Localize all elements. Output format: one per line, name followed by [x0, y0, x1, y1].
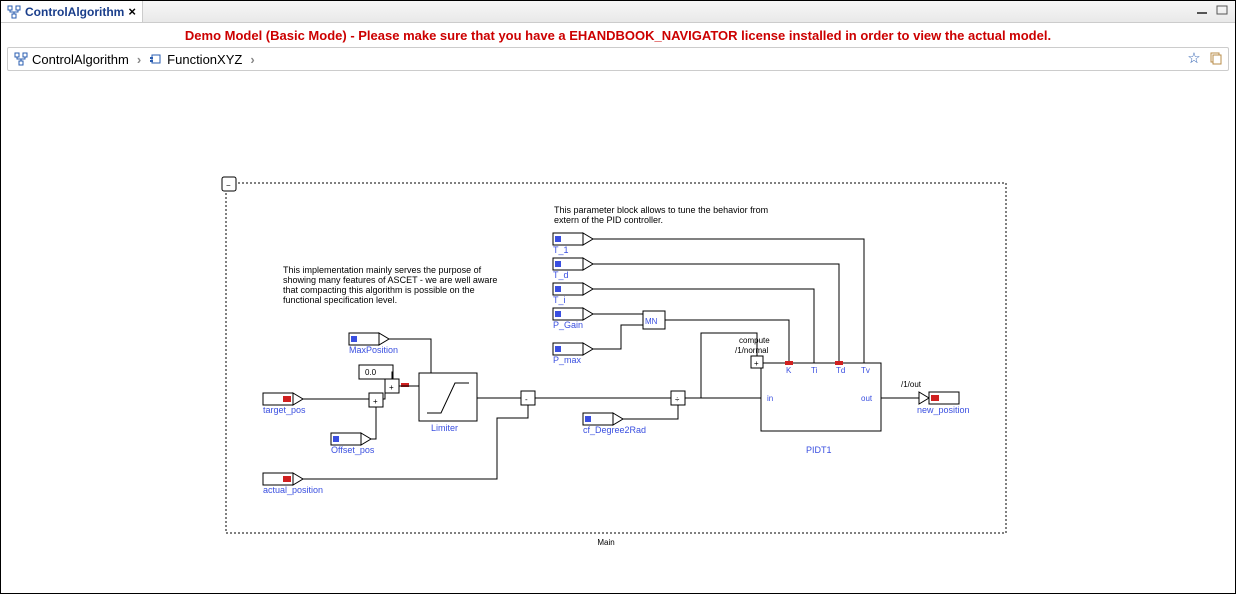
svg-text:Td: Td [836, 366, 845, 375]
svg-text:showing many features of ASCET: showing many features of ASCET - we are … [283, 275, 497, 285]
breadcrumb-item-function-xyz[interactable]: FunctionXYZ › [147, 52, 261, 67]
svg-text:actual_position: actual_position [263, 485, 323, 495]
svg-text:This parameter block allows to: This parameter block allows to tune the … [554, 205, 768, 215]
svg-text:+: + [373, 397, 378, 406]
svg-text:cf_Degree2Rad: cf_Degree2Rad [583, 425, 646, 435]
minimize-icon[interactable] [1195, 4, 1209, 16]
svg-text:Main: Main [597, 538, 614, 547]
offset-pos-source: Offset_pos [331, 433, 375, 455]
svg-text:compute: compute [739, 336, 770, 345]
copy-icon[interactable] [1208, 50, 1224, 66]
chevron-right-icon: › [133, 52, 145, 67]
max-position-source: MaxPosition [349, 333, 398, 355]
svg-text:Ti: Ti [811, 366, 818, 375]
svg-text:−: − [226, 181, 231, 190]
svg-text:This implementation mainly ser: This implementation mainly serves the pu… [283, 265, 482, 275]
warning-banner: Demo Model (Basic Mode) - Please make su… [1, 23, 1235, 47]
actual-position-input: actual_position [263, 473, 323, 495]
svg-text:+: + [754, 359, 759, 368]
param-pgain: P_Gain [553, 308, 593, 330]
svg-text:÷: ÷ [675, 395, 680, 404]
param-td: T_d [553, 258, 593, 280]
svg-text:PIDT1: PIDT1 [806, 445, 832, 455]
svg-text:target_pos: target_pos [263, 405, 306, 415]
target-pos-input: target_pos [263, 393, 306, 415]
cf-deg2rad-source: cf_Degree2Rad [583, 413, 646, 435]
window-controls [1195, 4, 1229, 16]
breadcrumb-actions: ☆ [1186, 50, 1224, 66]
svg-text:functional specification level: functional specification level. [283, 295, 397, 305]
svg-text:T_i: T_i [553, 295, 566, 305]
svg-text:+: + [389, 383, 394, 392]
svg-text:K: K [786, 366, 792, 375]
breadcrumb-item-control-algorithm[interactable]: ControlAlgorithm › [12, 52, 147, 67]
param-ti: T_i [553, 283, 593, 305]
diagram-icon [14, 52, 28, 66]
svg-text:Limiter: Limiter [431, 423, 458, 433]
svg-text:MaxPosition: MaxPosition [349, 345, 398, 355]
chevron-right-icon: › [246, 52, 258, 67]
svg-text:extern of the PID controller.: extern of the PID controller. [554, 215, 663, 225]
favorite-icon[interactable]: ☆ [1186, 50, 1202, 66]
svg-text:P_Gain: P_Gain [553, 320, 583, 330]
subtract-block [521, 391, 535, 405]
svg-text:new_position: new_position [917, 405, 970, 415]
svg-text:in: in [767, 394, 773, 403]
diagram-canvas[interactable]: − Main This implementation mainly serves… [1, 73, 1235, 593]
svg-text:out: out [861, 394, 873, 403]
tab-control-algorithm[interactable]: ControlAlgorithm × [1, 1, 143, 22]
svg-text:/1/normal: /1/normal [735, 346, 769, 355]
maximize-icon[interactable] [1215, 4, 1229, 16]
svg-text:T_d: T_d [553, 270, 569, 280]
component-icon [149, 52, 163, 66]
param-pmax: P_max [553, 343, 593, 365]
breadcrumb: ControlAlgorithm › FunctionXYZ › ☆ [7, 47, 1229, 71]
svg-text:T_1: T_1 [553, 245, 569, 255]
svg-text:0.0: 0.0 [365, 368, 377, 377]
breadcrumb-label: ControlAlgorithm [32, 52, 129, 67]
svg-text:P_max: P_max [553, 355, 582, 365]
tab-bar: ControlAlgorithm × [1, 1, 1235, 23]
new-position-output: new_position [917, 392, 970, 415]
tab-close-icon[interactable]: × [128, 5, 136, 18]
param-t1: T_1 [553, 233, 593, 255]
svg-text:that compacting this algorithm: that compacting this algorithm is possib… [283, 285, 475, 295]
app-frame: ControlAlgorithm × Demo Model (Basic Mod… [0, 0, 1236, 594]
svg-text:/1/out: /1/out [901, 380, 922, 389]
svg-text:Tv: Tv [861, 366, 870, 375]
svg-text:MN: MN [645, 317, 658, 326]
tab-title: ControlAlgorithm [25, 5, 124, 19]
diagram-icon [7, 5, 21, 19]
breadcrumb-label: FunctionXYZ [167, 52, 242, 67]
svg-text:Offset_pos: Offset_pos [331, 445, 375, 455]
svg-text:-: - [525, 395, 528, 404]
